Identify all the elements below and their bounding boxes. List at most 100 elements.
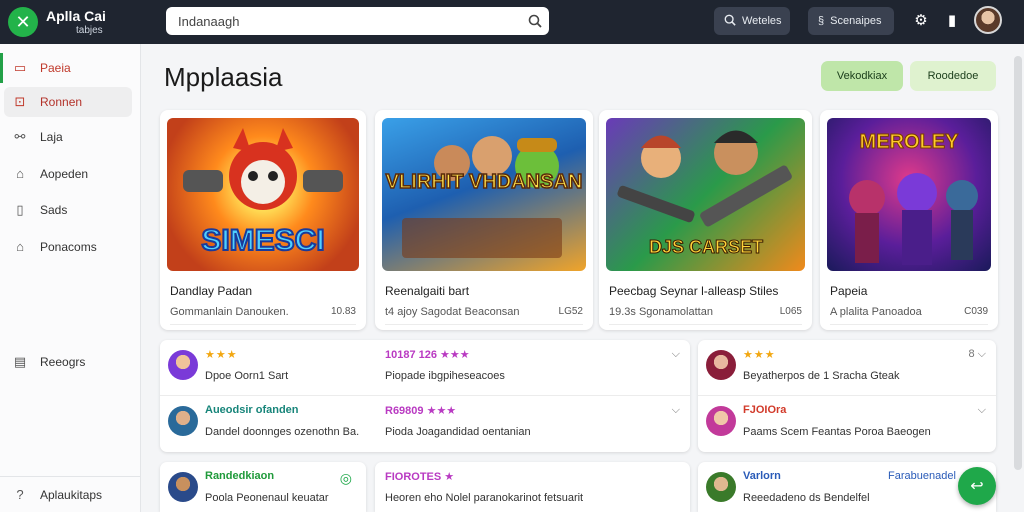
bag-icon: ⌂: [16, 166, 24, 181]
avatar: [168, 472, 198, 502]
sidebar-item-label: Sads: [40, 203, 68, 217]
link-icon: ⚯: [14, 129, 26, 144]
game-card[interactable]: DJS CARSET Peecbag Seynar l-alleasp Stil…: [599, 110, 812, 330]
avatar: [168, 350, 198, 380]
item-title: Randedkiaon: [205, 470, 275, 482]
avatar: [168, 406, 198, 436]
gear-icon[interactable]: ⚙: [911, 11, 931, 31]
bottom-card[interactable]: Varlorn Reeedadeno ds Bendelfel Farabuen…: [698, 462, 996, 512]
weteles-label: Weteles: [742, 15, 782, 27]
sidebar-item-label: Ronnen: [40, 95, 83, 109]
game-thumbnail[interactable]: VLIRHIT VHDANSAN: [382, 118, 586, 271]
card-subtitle: t4 ajoy Sagodat Beaconsan: [385, 306, 520, 318]
card-icon: ▯: [16, 202, 24, 217]
sidebar-item-paeia[interactable]: ▭ Paeia: [0, 53, 141, 83]
grid-icon: ▭: [13, 60, 27, 75]
item-count: 8: [968, 348, 975, 360]
card-title: Reenalgaiti bart: [385, 284, 470, 298]
review-list-panel: ★★★ Dpoe Oorn1 Sart 10187 126 ★★★ Piopad…: [160, 340, 690, 452]
game-thumbnail[interactable]: SIMESCI: [167, 118, 359, 271]
user-icon: ⌂: [16, 239, 24, 254]
avatar: [706, 350, 736, 380]
card-art-title: VLIRHIT VHDANSAN: [386, 171, 583, 193]
bottom-card[interactable]: Randedkiaon Poola Peonenaul keuatar ◎: [160, 462, 366, 512]
user-avatar[interactable]: [974, 6, 1002, 34]
sidebar-footer-item[interactable]: ? Aplaukitaps: [0, 480, 141, 510]
sidebar-item-label: Aopeden: [40, 167, 89, 181]
item-text: Poola Peonenaul keuatar: [205, 492, 329, 504]
card-art-title: SIMESCI: [201, 224, 324, 257]
card-divider: [609, 324, 802, 325]
list-icon: ▤: [13, 354, 27, 369]
chevron-down-icon[interactable]: ⌵: [672, 404, 680, 417]
game-card[interactable]: VLIRHIT VHDANSAN Reenalgaiti bart t4 ajo…: [375, 110, 593, 330]
weteles-button[interactable]: Weteles: [714, 7, 790, 35]
controller-icon[interactable]: ◎: [340, 470, 352, 487]
chevron-down-icon[interactable]: ⌵: [672, 348, 680, 361]
card-subtitle: Gommanlain Danouken.: [170, 306, 289, 318]
game-thumbnail[interactable]: MEROLEY: [827, 118, 991, 271]
card-subtitle: 19.3s Sgonamolattan: [609, 306, 713, 318]
sidebar-footer-divider: [0, 476, 141, 477]
list-item[interactable]: Varlorn Reeedadeno ds Bendelfel Farabuen…: [698, 462, 996, 512]
sidebar-item-ronnen[interactable]: ⊡ Ronnen: [4, 87, 132, 117]
game-thumbnail[interactable]: DJS CARSET: [606, 118, 805, 271]
stars: ★★★: [743, 349, 776, 361]
card-divider: [170, 324, 356, 325]
search-icon[interactable]: [521, 14, 549, 28]
rating-stars: ★★★: [205, 348, 238, 361]
game-card[interactable]: MEROLEY Papeia A plalita Panoadoa C039: [820, 110, 998, 330]
card-title: Dandlay Padan: [170, 284, 253, 298]
stars: ★★★: [205, 349, 238, 361]
sidebar-item-sads[interactable]: ▯ Sads: [0, 195, 141, 225]
list-item[interactable]: Aueodsir ofanden Dandel doonnges ozenoth…: [160, 396, 690, 452]
avatar: [706, 406, 736, 436]
search-bar[interactable]: [166, 7, 549, 35]
item-text: Dpoe Oorn1 Sart: [205, 370, 289, 382]
card-meta: L065: [779, 306, 802, 317]
item-detail: Heoren eho Nolel paranokarinot fetsuarit: [385, 492, 584, 504]
chevron-down-icon[interactable]: 8 ⌵: [968, 348, 986, 361]
page-title: Mpplaasia: [164, 62, 283, 92]
top-bar: ✕ Aplla Cai tabjes Weteles § Scenaipes ⚙…: [0, 0, 1024, 44]
sidebar-item-laja[interactable]: ⚯ Laja: [0, 122, 141, 152]
sidebar-item-label: Paeia: [40, 61, 71, 75]
item-text: Dandel doonnges ozenothn Ba.: [205, 426, 360, 438]
item-text: Reeedadeno ds Bendelfel: [743, 492, 870, 504]
item-tag: 10187 126 ★★★: [385, 349, 470, 361]
list-item[interactable]: ★★★ Dpoe Oorn1 Sart 10187 126 ★★★ Piopad…: [160, 340, 690, 396]
card-title: Papeia: [830, 284, 868, 298]
sidebar-item-aopeden[interactable]: ⌂ Aopeden: [0, 159, 141, 189]
scenaipes-button[interactable]: § Scenaipes: [808, 7, 894, 35]
game-card[interactable]: SIMESCI Dandlay Padan Gommanlain Danouke…: [160, 110, 366, 330]
vekodkiax-button[interactable]: Vekodkiax: [821, 61, 903, 91]
chevron-down-icon[interactable]: ⌵: [978, 404, 986, 417]
brand[interactable]: ✕ Aplla Cai tabjes: [0, 7, 150, 37]
list-item[interactable]: FIOROTES ★ Heoren eho Nolel paranokarino…: [375, 462, 690, 512]
sidebar-item-label: Laja: [40, 130, 63, 144]
app-logo-icon: ✕: [8, 7, 38, 37]
brand-title: Aplla Cai: [46, 7, 106, 24]
bottom-card[interactable]: FIOROTES ★ Heoren eho Nolel paranokarino…: [375, 462, 690, 512]
card-divider: [830, 324, 988, 325]
card-meta: 10.83: [330, 306, 356, 317]
chat-fab-button[interactable]: ↩: [958, 467, 996, 505]
scenaipes-label: Scenaipes: [830, 15, 882, 27]
help-icon: ?: [16, 487, 24, 502]
bookmark-icon[interactable]: ▮: [942, 11, 962, 31]
item-tag: R69809 ★★★: [385, 405, 457, 417]
list-item[interactable]: FJOIOra Paams Scem Feantas Poroa Baeogen…: [698, 396, 996, 452]
search-input[interactable]: [178, 13, 521, 29]
list-item[interactable]: ★★★ Beyatherpos de 1 Sracha Gteak 8 ⌵: [698, 340, 996, 396]
item-title: FJOIOra: [743, 404, 787, 416]
item-title: Aueodsir ofanden: [205, 404, 299, 416]
sidebar-item-ponacoms[interactable]: ⌂ Ponacoms: [0, 232, 141, 262]
sidebar: ▭ Paeia ⊡ Ronnen ⚯ Laja ⌂ Aopeden ▯ Sads…: [0, 44, 141, 512]
brand-text: Aplla Cai tabjes: [46, 9, 106, 36]
sidebar-item-reeogrs[interactable]: ▤ Reeogrs: [0, 347, 141, 377]
list-item[interactable]: Randedkiaon Poola Peonenaul keuatar ◎: [160, 462, 366, 512]
scrollbar[interactable]: [1014, 56, 1022, 470]
review-list-panel-right: ★★★ Beyatherpos de 1 Sracha Gteak 8 ⌵ FJ…: [698, 340, 996, 452]
box-icon: ⊡: [14, 94, 26, 109]
roodedoe-button[interactable]: Roodedoe: [910, 61, 996, 91]
